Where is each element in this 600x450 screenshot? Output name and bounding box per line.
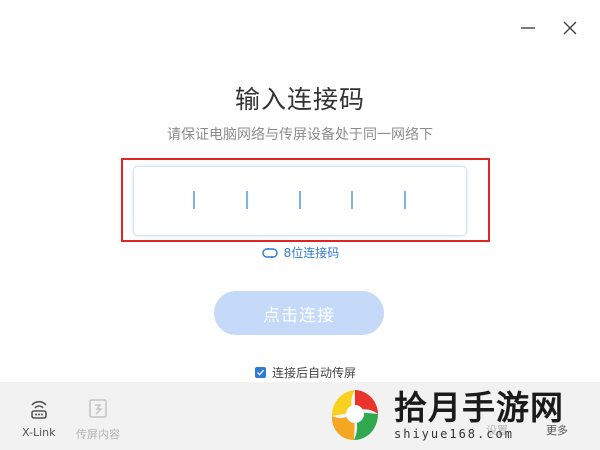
- loop-icon: [261, 247, 278, 258]
- watermark-title: 拾月手游网: [394, 388, 564, 427]
- share-content-button[interactable]: 传屏内容: [76, 396, 120, 442]
- share-screen-icon: [89, 399, 107, 418]
- close-button[interactable]: [560, 18, 580, 38]
- share-content-label: 传屏内容: [76, 428, 120, 441]
- code-digit-cursor: [193, 191, 195, 209]
- auto-share-label: 连接后自动传屏: [272, 366, 357, 380]
- connect-button[interactable]: 点击连接: [214, 291, 384, 335]
- close-icon: [563, 21, 577, 35]
- watermark-logo-icon: [331, 390, 378, 440]
- xlink-button[interactable]: X-Link: [22, 396, 55, 439]
- watermark-url: shiyue168.com: [394, 427, 514, 441]
- window-controls: [518, 18, 580, 38]
- code-digit-cursor: [299, 191, 301, 209]
- minimize-button[interactable]: [518, 18, 538, 38]
- page-title: 输入连接码: [234, 85, 365, 114]
- code-digit-cursor: [246, 191, 248, 209]
- auto-share-checkbox[interactable]: [255, 367, 266, 378]
- watermark: 拾月手游网 shiyue168.com: [326, 384, 596, 446]
- switch-8-digit-link[interactable]: 8位连接码: [0, 244, 600, 261]
- xlink-label: X-Link: [22, 426, 56, 439]
- wifi-device-icon: [30, 400, 47, 419]
- code-digit-cursor: [351, 191, 353, 209]
- switch-8-digit-label: 8位连接码: [283, 246, 340, 260]
- page-subtitle: 请保证电脑网络与传屏设备处于同一网络下: [167, 127, 433, 143]
- minimize-icon: [521, 27, 535, 29]
- auto-share-option: 连接后自动传屏: [255, 364, 356, 381]
- connection-code-input[interactable]: [133, 166, 467, 236]
- check-icon: [257, 369, 265, 376]
- code-digit-cursor: [404, 191, 406, 209]
